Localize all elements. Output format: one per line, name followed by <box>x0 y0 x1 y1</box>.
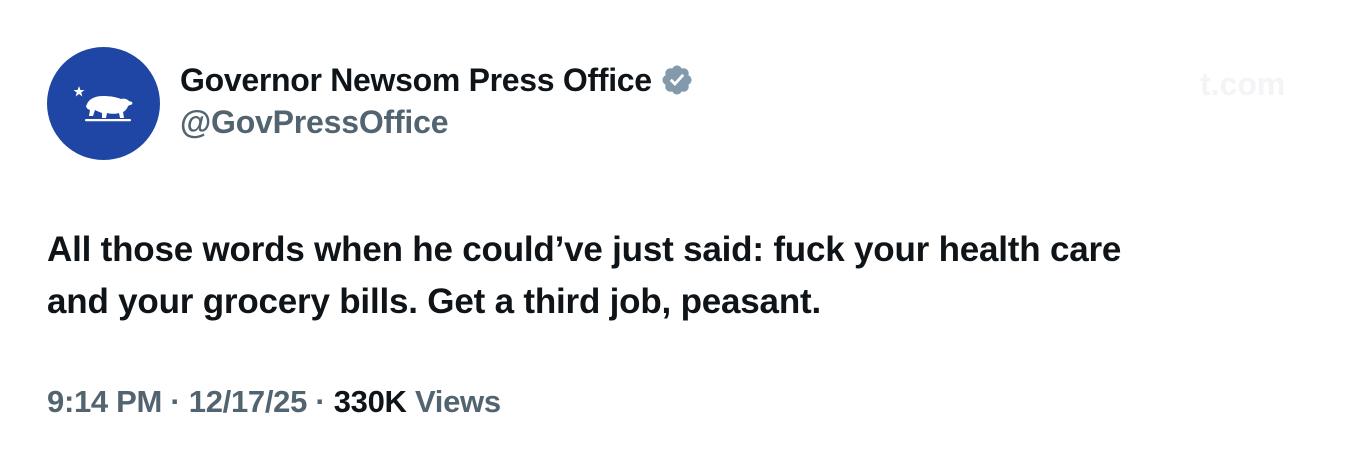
author-identity: Governor Newsom Press Office @GovPressOf… <box>180 58 694 141</box>
tweet-date[interactable]: 12/17/25 <box>189 384 308 419</box>
tweet-header: Governor Newsom Press Office @GovPressOf… <box>47 47 694 160</box>
author-handle[interactable]: @GovPressOffice <box>180 104 694 141</box>
tweet-text: All those words when he could’ve just sa… <box>47 224 1337 328</box>
california-bear-icon <box>73 85 132 121</box>
verified-badge-icon[interactable] <box>660 63 694 97</box>
author-display-name[interactable]: Governor Newsom Press Office <box>180 62 652 99</box>
avatar[interactable] <box>47 47 160 160</box>
author-name-row: Governor Newsom Press Office <box>180 58 694 102</box>
views-count[interactable]: 330K <box>334 384 407 419</box>
views-label: Views <box>414 384 501 419</box>
meta-separator: · <box>315 384 326 419</box>
tweet-meta: 9:14 PM · 12/17/25 · 330K Views <box>47 384 501 420</box>
tweet-time[interactable]: 9:14 PM <box>47 384 162 419</box>
tweet-text-line: All those words when he could’ve just sa… <box>47 230 1122 269</box>
tweet-text-line: and your grocery bills. Get a third job,… <box>47 282 821 321</box>
tweet-card: t.com Governor Newsom Press Office @GovP… <box>0 0 1365 454</box>
watermark-text: t.com <box>1200 66 1286 102</box>
meta-separator: · <box>170 384 181 419</box>
